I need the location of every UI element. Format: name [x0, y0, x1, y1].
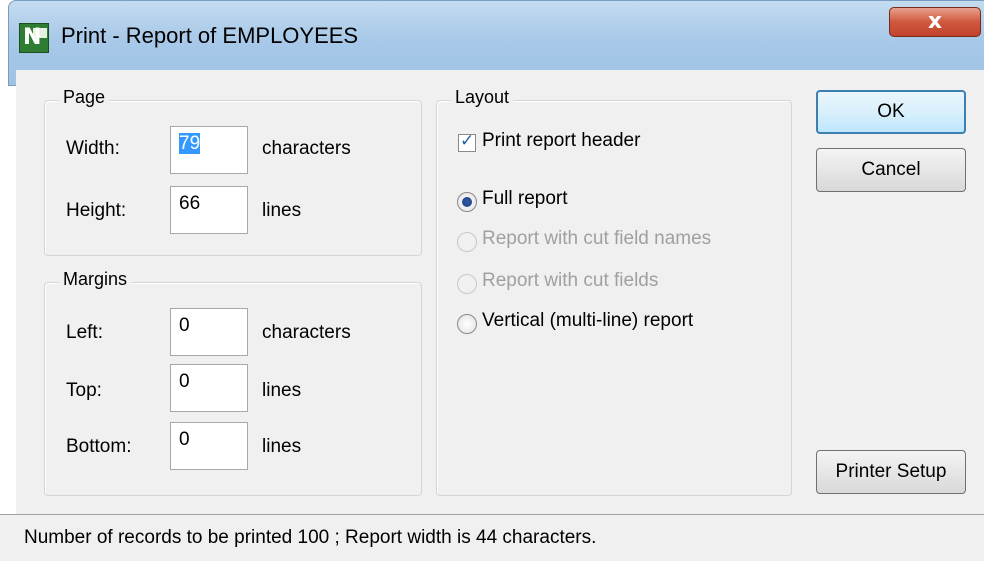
- left-margin-field[interactable]: 0: [170, 308, 248, 356]
- full-report-radio[interactable]: [457, 192, 477, 212]
- bottom-margin-field[interactable]: 0: [170, 422, 248, 470]
- window-title: Print - Report of EMPLOYEES: [61, 23, 359, 48]
- height-unit: lines: [262, 200, 302, 221]
- ok-button[interactable]: OK: [816, 90, 966, 134]
- app-icon: N: [19, 23, 49, 53]
- cut-field-names-label[interactable]: Report with cut field names: [482, 228, 711, 250]
- left-margin-unit: characters: [262, 322, 351, 343]
- print-header-checkbox[interactable]: [458, 131, 476, 152]
- dialog-body: Page Width: 79 characters Height: 66 lin…: [16, 70, 984, 561]
- vertical-report-radio[interactable]: [457, 314, 477, 334]
- top-margin-field[interactable]: 0: [170, 364, 248, 412]
- width-field[interactable]: 79: [170, 126, 248, 174]
- status-text: Number of records to be printed 100 ; Re…: [24, 527, 597, 548]
- height-field[interactable]: 66: [170, 186, 248, 234]
- width-label: Width:: [66, 138, 120, 159]
- printer-setup-button[interactable]: Printer Setup: [816, 450, 966, 494]
- print-dialog: N Print - Report of EMPLOYEES x Page Wid…: [0, 0, 984, 561]
- layout-group-legend: Layout: [451, 87, 514, 108]
- vertical-report-label[interactable]: Vertical (multi-line) report: [482, 310, 693, 332]
- page-group-legend: Page: [59, 87, 110, 108]
- width-unit: characters: [262, 138, 351, 159]
- cut-fields-label[interactable]: Report with cut fields: [482, 270, 658, 292]
- bottom-margin-label: Bottom:: [66, 436, 132, 457]
- status-bar: Number of records to be printed 100 ; Re…: [0, 514, 984, 561]
- height-label: Height:: [66, 200, 127, 221]
- full-report-label[interactable]: Full report: [482, 188, 568, 210]
- cut-fields-radio[interactable]: [457, 274, 477, 294]
- cancel-button[interactable]: Cancel: [816, 148, 966, 192]
- left-margin-label: Left:: [66, 322, 103, 343]
- cut-field-names-radio[interactable]: [457, 232, 477, 252]
- top-margin-label: Top:: [66, 380, 102, 401]
- top-margin-unit: lines: [262, 380, 302, 401]
- margins-group-legend: Margins: [59, 269, 132, 290]
- layout-group: Layout: [436, 87, 792, 496]
- bottom-margin-unit: lines: [262, 436, 302, 457]
- print-header-label[interactable]: Print report header: [482, 130, 640, 152]
- left-edge: [0, 0, 8, 561]
- width-value: 79: [179, 133, 201, 154]
- close-button[interactable]: x: [889, 7, 981, 37]
